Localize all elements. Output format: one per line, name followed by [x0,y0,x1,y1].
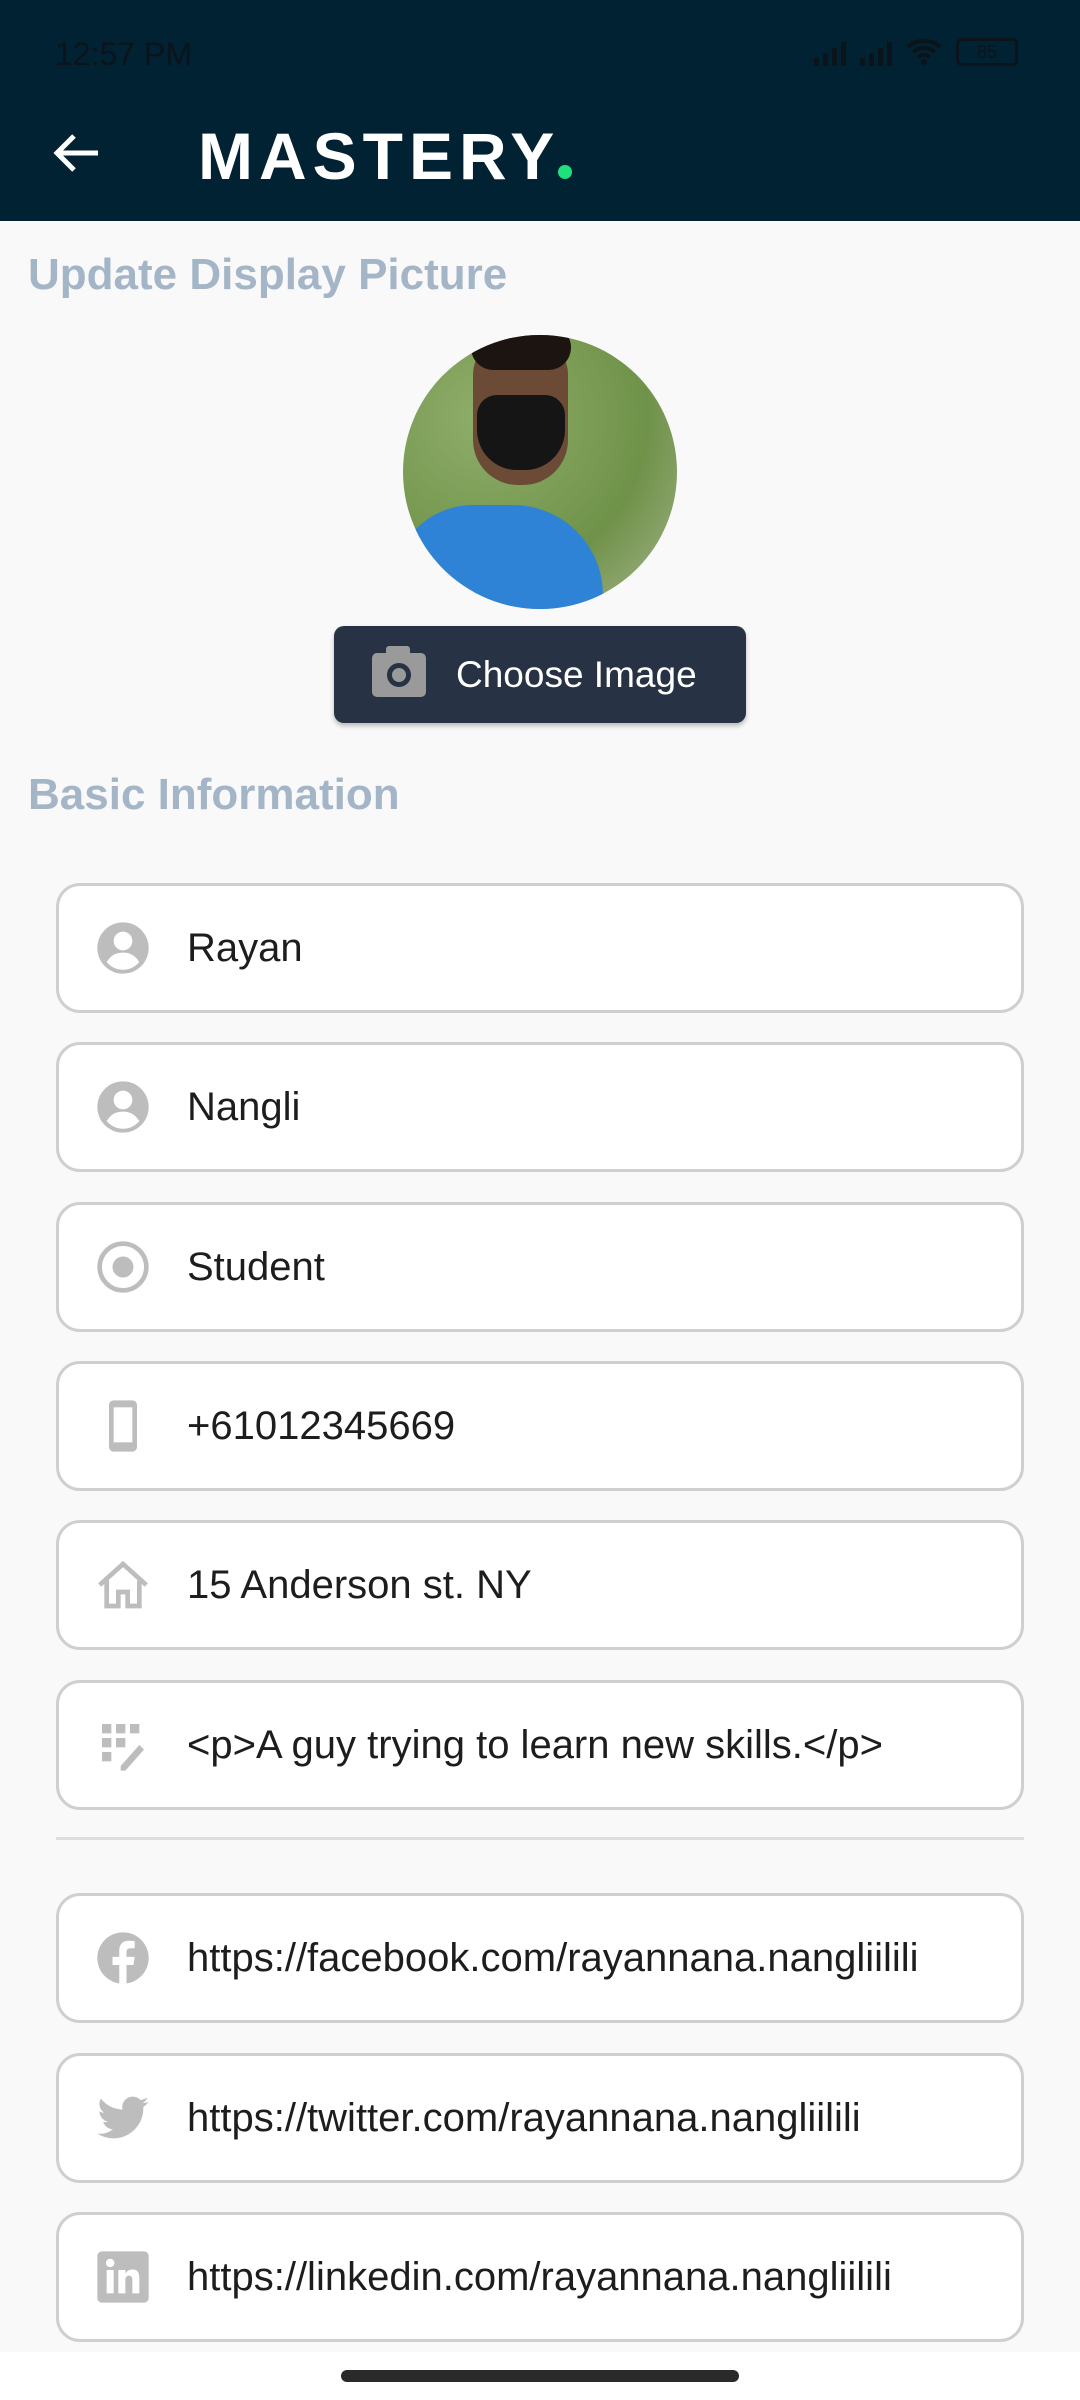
phone-field[interactable]: +61012345669 [56,1361,1024,1491]
home-gesture-handle[interactable] [341,2370,739,2382]
address-value: 15 Anderson st. NY [187,1562,532,1607]
facebook-value: https://facebook.com/rayannana.nangliili… [187,1935,919,1980]
signal-icon [860,42,892,66]
role-field[interactable]: Student [56,1202,1024,1332]
address-field[interactable]: 15 Anderson st. NY [56,1520,1024,1650]
logo-dot [558,165,573,179]
home-icon [95,1557,151,1613]
update-picture-heading: Update Display Picture [28,250,508,299]
radio-target-icon [95,1239,151,1295]
linkedin-icon [95,2249,151,2305]
first-name-value: Rayan [187,925,303,970]
person-icon [95,920,151,976]
app-bar: MASTERY [0,100,1080,221]
camera-icon [372,645,426,697]
twitter-value: https://twitter.com/rayannana.nangliilil… [187,2095,861,2140]
last-name-value: Nangli [187,1084,301,1129]
facebook-field[interactable]: https://facebook.com/rayannana.nangliili… [56,1893,1024,2023]
facebook-icon [95,1930,151,1986]
choose-image-label: Choose Image [456,653,697,695]
twitter-icon [95,2090,151,2146]
status-time: 12:57 PM [55,36,192,72]
status-bar: 12:57 PM 85 [0,0,1080,100]
battery-icon: 85 [956,38,1018,66]
bio-field[interactable]: <p>A guy trying to learn new skills.</p> [56,1680,1024,1810]
divider [56,1837,1024,1840]
phone-value: +61012345669 [187,1403,456,1448]
linkedin-field[interactable]: https://linkedin.com/rayannana.nangliili… [56,2212,1024,2342]
first-name-field[interactable]: Rayan [56,883,1024,1013]
back-arrow-icon[interactable] [52,128,102,178]
wifi-icon [906,38,942,65]
linkedin-value: https://linkedin.com/rayannana.nangliili… [187,2254,892,2299]
edit-note-icon [95,1717,151,1773]
last-name-field[interactable]: Nangli [56,1042,1024,1172]
mastery-logo: MASTERY [198,118,573,194]
basic-information-heading: Basic Information [28,770,400,819]
role-value: Student [187,1244,325,1289]
signal-icon [814,42,846,66]
choose-image-button[interactable]: Choose Image [334,626,746,723]
avatar [403,335,677,609]
twitter-field[interactable]: https://twitter.com/rayannana.nangliilil… [56,2053,1024,2183]
status-icons: 85 [814,38,1018,66]
bio-value: <p>A guy trying to learn new skills.</p> [187,1722,883,1767]
phone-icon [95,1398,151,1454]
person-icon [95,1079,151,1135]
